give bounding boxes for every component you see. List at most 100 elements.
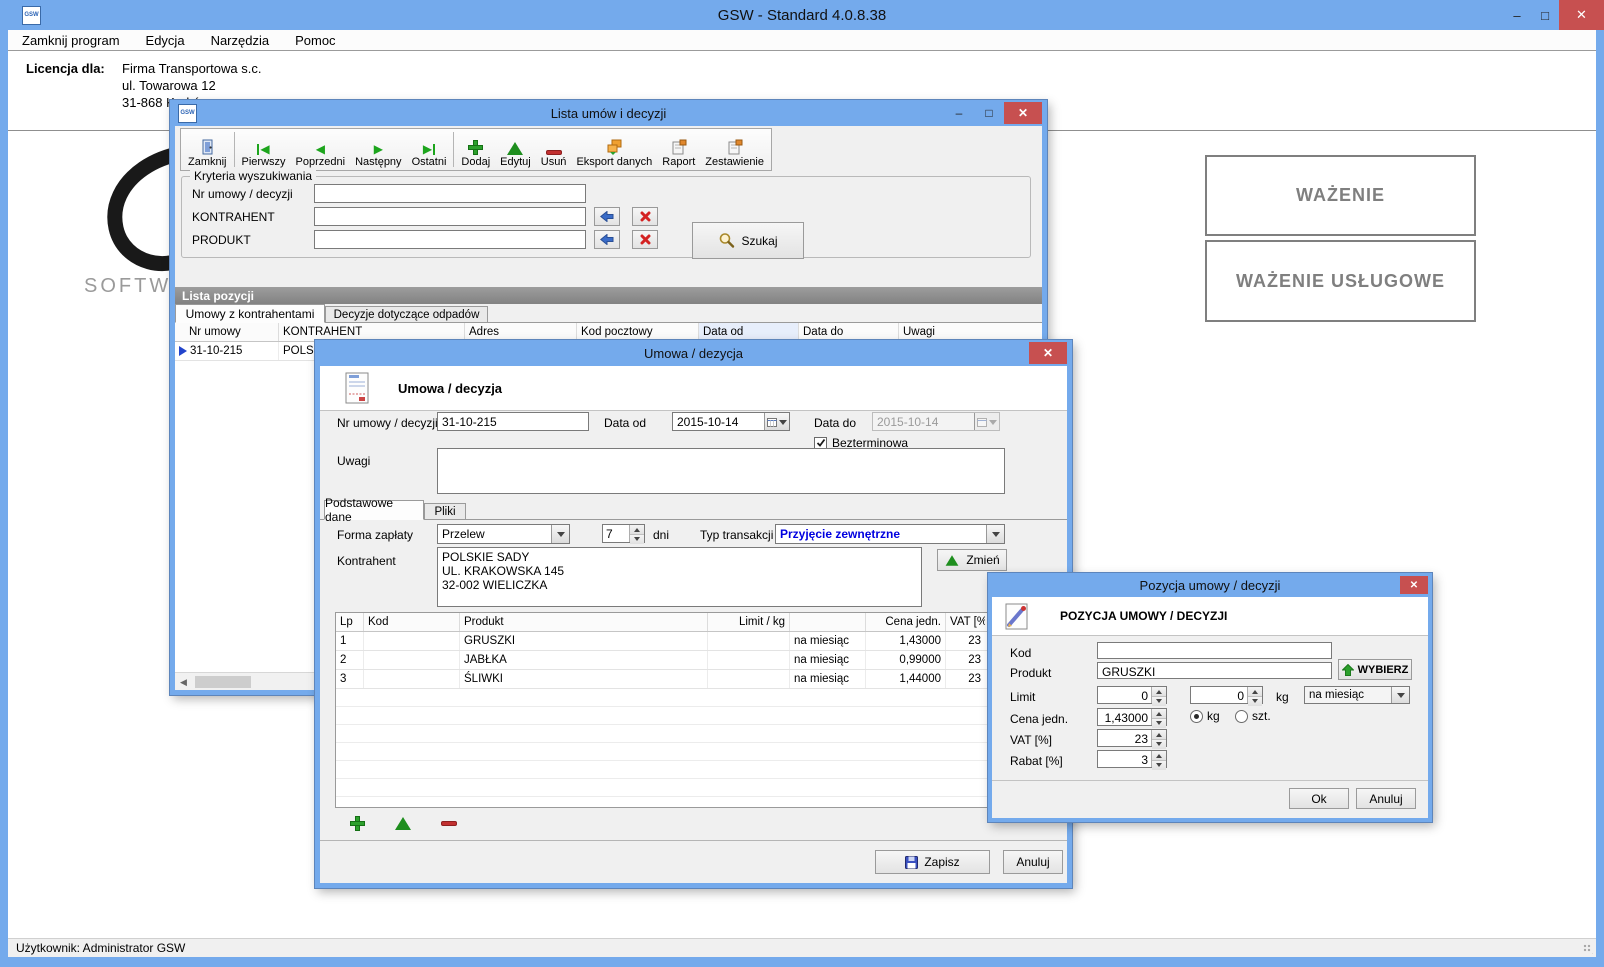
- resize-grip[interactable]: [1583, 944, 1593, 954]
- typ-transakcji-select[interactable]: Przyjęcie zewnętrzne: [775, 524, 1005, 544]
- col-kontrahent[interactable]: KONTRAHENT: [279, 323, 465, 341]
- col-adres[interactable]: Adres: [465, 323, 577, 341]
- delete-row-icon[interactable]: [441, 821, 457, 826]
- cena-spinner[interactable]: 1,43000: [1097, 708, 1167, 726]
- menu-edycja[interactable]: Edycja: [146, 33, 185, 48]
- col-kod-pocztowy[interactable]: Kod pocztowy: [577, 323, 699, 341]
- col-limit-kg[interactable]: Limit / kg: [708, 613, 790, 631]
- radio-szt[interactable]: szt.: [1235, 709, 1271, 723]
- product-row[interactable]: 1 GRUSZKI na miesiąc 1,43000 23: [336, 632, 987, 651]
- kontrahent-pick-button[interactable]: [594, 207, 620, 226]
- add-row-icon[interactable]: [350, 816, 365, 831]
- close-button[interactable]: ✕: [1559, 0, 1604, 30]
- produkt-input[interactable]: GRUSZKI: [1097, 662, 1332, 679]
- produkt-clear-button[interactable]: [632, 230, 658, 249]
- spin-down-icon[interactable]: [1152, 740, 1166, 749]
- toolbar-poprzedni-button[interactable]: ◀ Poprzedni: [291, 130, 351, 169]
- spin-up-icon[interactable]: [1152, 687, 1166, 697]
- toolbar-zestawienie-button[interactable]: Zestawienie: [700, 130, 769, 169]
- toolbar-eksport-button[interactable]: Eksport danych: [571, 130, 657, 169]
- limit2-spinner[interactable]: 0: [1190, 686, 1263, 704]
- spin-down-icon[interactable]: [1152, 719, 1166, 728]
- toolbar-edytuj-button[interactable]: Edytuj: [495, 130, 536, 169]
- maximize-button[interactable]: □: [1531, 0, 1559, 30]
- toolbar-ostatni-button[interactable]: ▶ Ostatni: [407, 130, 452, 169]
- scroll-left-arrow[interactable]: ◀: [175, 673, 192, 690]
- calendar-dropdown-icon[interactable]: [764, 413, 789, 430]
- pozycja-anuluj-button[interactable]: Anuluj: [1356, 788, 1416, 809]
- menu-zamknij-program[interactable]: Zamknij program: [22, 33, 120, 48]
- okres-select[interactable]: na miesiąc: [1304, 686, 1410, 704]
- chevron-down-icon: [1391, 687, 1409, 703]
- spin-up-icon[interactable]: [1152, 709, 1166, 719]
- wazenie-button[interactable]: WAŻENIE: [1205, 155, 1476, 236]
- product-row[interactable]: 3 ŚLIWKI na miesiąc 1,44000 23: [336, 670, 987, 689]
- pozycja-close-button[interactable]: ✕: [1400, 576, 1428, 594]
- nr-umowy-input[interactable]: [314, 184, 586, 203]
- spin-up-icon[interactable]: [630, 525, 644, 535]
- lista-close-button[interactable]: ✕: [1004, 102, 1042, 124]
- spin-down-icon[interactable]: [630, 535, 644, 544]
- spin-up-icon[interactable]: [1248, 687, 1262, 697]
- produkt-pick-button[interactable]: [594, 230, 620, 249]
- cell-okres: na miesiąc: [790, 651, 866, 669]
- pozycja-dialog: Pozycja umowy / decyzji ✕ POZYCJA UMOWY …: [988, 573, 1432, 822]
- toolbar-nastepny-button[interactable]: ▶ Następny: [350, 130, 406, 169]
- spin-up-icon[interactable]: [1152, 730, 1166, 740]
- col-kod[interactable]: Kod: [364, 613, 460, 631]
- limit1-spinner[interactable]: 0: [1097, 686, 1167, 704]
- umowa-anuluj-button[interactable]: Anuluj: [1003, 850, 1063, 874]
- toolbar-zamknij-button[interactable]: Zamknij: [183, 130, 232, 169]
- scroll-thumb[interactable]: [195, 676, 251, 688]
- kontrahent-box[interactable]: POLSKIE SADY UL. KRAKOWSKA 145 32-002 WI…: [437, 547, 922, 607]
- lista-maximize-button[interactable]: □: [974, 102, 1004, 124]
- produkt-input[interactable]: [314, 230, 586, 249]
- tab-pliki[interactable]: Pliki: [424, 503, 466, 520]
- toolbar-pierwszy-button[interactable]: ◀ Pierwszy: [237, 130, 291, 169]
- col-produkt[interactable]: Produkt: [460, 613, 708, 631]
- col-uwagi[interactable]: Uwagi: [899, 323, 1042, 341]
- toolbar-raport-button[interactable]: Raport: [657, 130, 700, 169]
- wybierz-button[interactable]: WYBIERZ: [1338, 659, 1412, 680]
- product-row[interactable]: 2 JABŁKA na miesiąc 0,99000 23: [336, 651, 987, 670]
- zmien-button[interactable]: Zmień: [937, 549, 1007, 571]
- kontrahent-line-2: UL. KRAKOWSKA 145: [442, 564, 917, 578]
- zapisz-button[interactable]: Zapisz: [875, 850, 990, 874]
- data-od-datepicker[interactable]: 2015-10-14: [672, 412, 790, 431]
- menu-pomoc[interactable]: Pomoc: [295, 33, 335, 48]
- dni-spinner[interactable]: 7: [602, 524, 645, 543]
- kod-input[interactable]: [1097, 642, 1332, 659]
- wazenie-uslugowe-button[interactable]: WAŻENIE USŁUGOWE: [1205, 240, 1476, 322]
- spin-down-icon[interactable]: [1152, 697, 1166, 706]
- col-vat[interactable]: VAT [%]: [946, 613, 985, 631]
- col-cena-jedn[interactable]: Cena jedn.: [866, 613, 946, 631]
- spin-up-icon[interactable]: [1152, 751, 1166, 761]
- kontrahent-input[interactable]: [314, 207, 586, 226]
- toolbar-usun-button[interactable]: Usuń: [536, 130, 572, 169]
- vat-spinner[interactable]: 23: [1097, 729, 1167, 747]
- col-data-od[interactable]: Data od: [699, 323, 799, 341]
- col-lp[interactable]: Lp: [336, 613, 364, 631]
- minimize-button[interactable]: –: [1503, 0, 1531, 30]
- menu-narzedzia[interactable]: Narzędzia: [211, 33, 270, 48]
- spin-down-icon[interactable]: [1152, 761, 1166, 770]
- kontrahent-clear-button[interactable]: [632, 207, 658, 226]
- rabat-spinner[interactable]: 3: [1097, 750, 1167, 768]
- col-data-do[interactable]: Data do: [799, 323, 899, 341]
- edit-row-icon[interactable]: [395, 817, 411, 830]
- col-nr-umowy[interactable]: Nr umowy: [175, 323, 279, 341]
- tab-podstawowe-dane[interactable]: Podstawowe dane: [324, 500, 424, 520]
- ok-button[interactable]: Ok: [1289, 788, 1349, 809]
- spin-down-icon[interactable]: [1248, 697, 1262, 706]
- col-okres[interactable]: [790, 613, 866, 631]
- tab-umowy-z-kontrahentami[interactable]: Umowy z kontrahentami: [175, 304, 325, 323]
- umowa-close-button[interactable]: ✕: [1029, 342, 1067, 364]
- lista-minimize-button[interactable]: –: [944, 102, 974, 124]
- uwagi-textarea[interactable]: [437, 448, 1005, 494]
- szukaj-button[interactable]: Szukaj: [692, 222, 804, 259]
- radio-kg[interactable]: kg: [1190, 709, 1220, 723]
- forma-zaplaty-select[interactable]: Przelew: [437, 524, 570, 544]
- toolbar-dodaj-button[interactable]: Dodaj: [456, 130, 495, 169]
- tab-decyzje-dotyczace-odpadow[interactable]: Decyzje dotyczące odpadów: [325, 306, 488, 323]
- nr-umowy-input[interactable]: 31-10-215: [437, 412, 589, 431]
